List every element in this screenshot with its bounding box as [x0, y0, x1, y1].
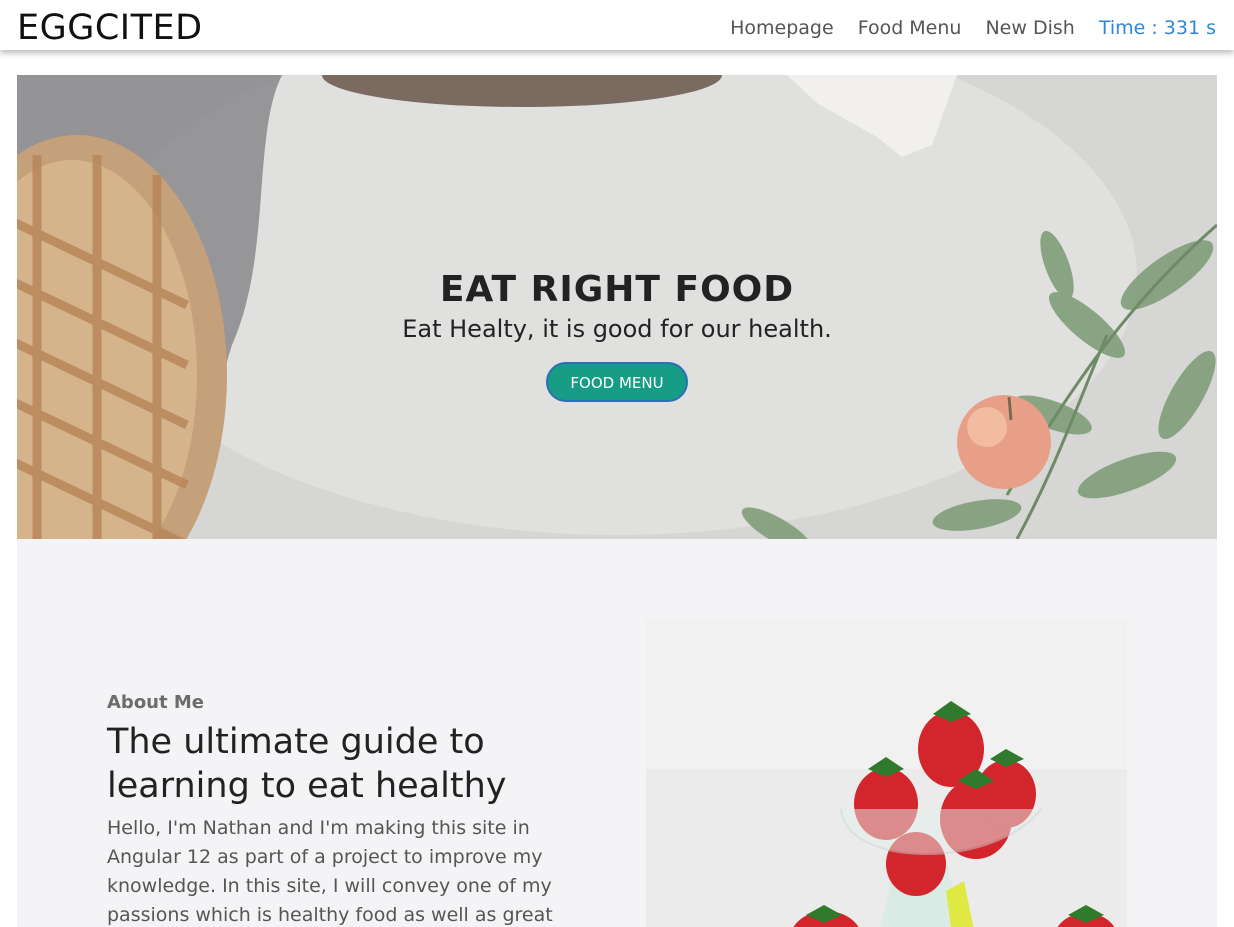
navbar: EGGCITED Homepage Food Menu New Dish Tim… [0, 0, 1234, 50]
nav-links: Homepage Food Menu New Dish Time : 331 s [730, 15, 1216, 41]
brand-logo[interactable]: EGGCITED [17, 8, 203, 48]
hero-title: EAT RIGHT FOOD [439, 269, 795, 310]
session-time: Time : 331 s [1098, 17, 1216, 39]
about-text-block: About Me The ultimate guide to learning … [107, 692, 577, 927]
about-body: Hello, I'm Nathan and I'm making this si… [107, 817, 553, 926]
hero-content: EAT RIGHT FOOD Eat Healty, it is good fo… [17, 269, 1217, 402]
strawberries-image [646, 619, 1127, 927]
food-menu-button[interactable]: FOOD MENU [546, 362, 688, 402]
about-section: About Me The ultimate guide to learning … [17, 539, 1217, 927]
about-heading: The ultimate guide to learning to eat he… [107, 722, 507, 806]
nav-link-homepage[interactable]: Homepage [730, 15, 834, 41]
hero-subtitle: Eat Healty, it is good for our health. [402, 315, 832, 343]
nav-link-new-dish[interactable]: New Dish [985, 15, 1074, 41]
about-label: About Me [107, 692, 204, 713]
hero-banner: EAT RIGHT FOOD Eat Healty, it is good fo… [17, 75, 1217, 539]
nav-link-food-menu[interactable]: Food Menu [858, 15, 962, 41]
